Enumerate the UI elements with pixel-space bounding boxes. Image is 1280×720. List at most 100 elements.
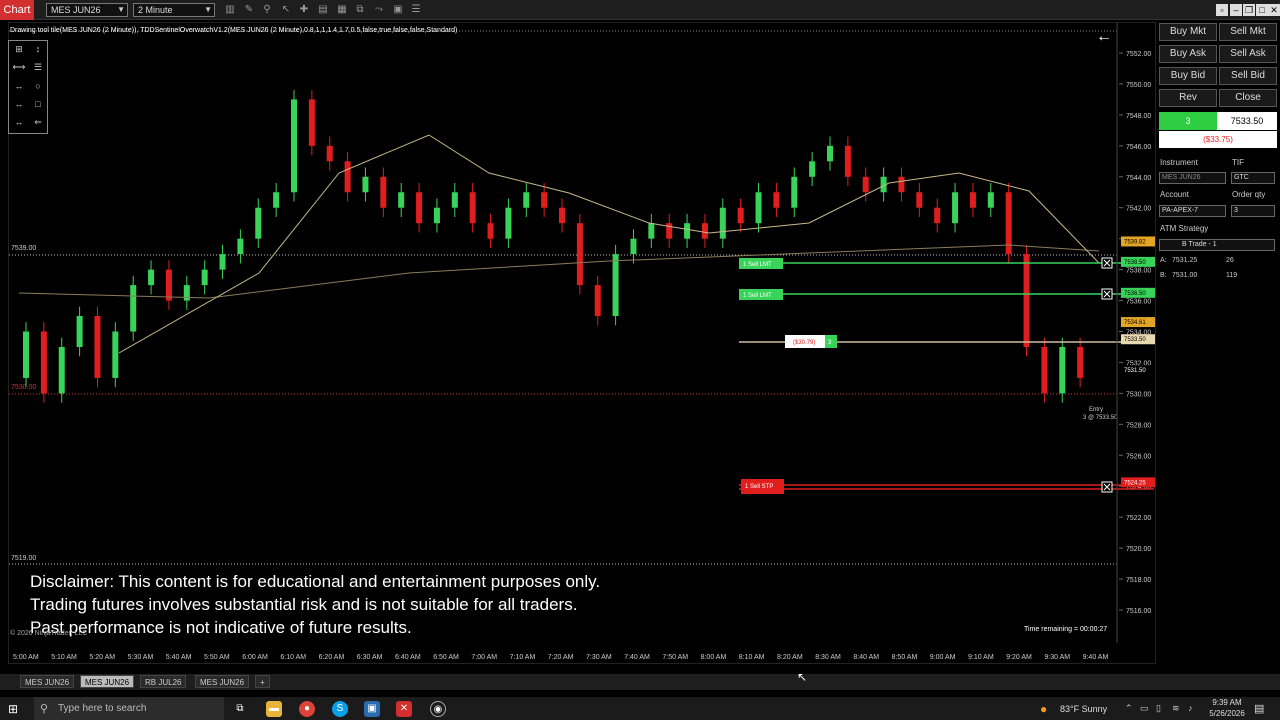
pencil-icon[interactable]: ✎ xyxy=(243,4,255,16)
ninjatrader-icon[interactable]: ✕ xyxy=(396,701,412,717)
tab-rb-jul26[interactable]: RB JUL26 xyxy=(140,675,187,688)
bid-price: 7531.00 xyxy=(1172,272,1198,279)
skype-icon[interactable]: S xyxy=(332,701,348,717)
drawing-tool-tiles: ⊞ ↕ ⟷ ☰ ↔ ○ ↔ □ ↔ ⇐ xyxy=(8,40,48,134)
battery-icon[interactable]: ▯ xyxy=(1156,703,1161,714)
obs-icon[interactable]: ◉ xyxy=(430,701,446,717)
atm-strategy-select[interactable]: B Trade - 1 xyxy=(1159,239,1275,251)
extended-line-icon[interactable]: ↔ xyxy=(12,117,26,127)
windows-start-icon[interactable]: ⊞ xyxy=(8,702,18,716)
buy-ask-button[interactable]: Buy Ask xyxy=(1159,45,1217,63)
volume-icon[interactable]: ♪ xyxy=(1188,703,1193,713)
wifi-icon[interactable]: ≋ xyxy=(1172,703,1180,714)
instrument-field[interactable]: MES JUN26 xyxy=(1159,172,1226,184)
search-icon: ⚲ xyxy=(40,703,49,715)
candle-body xyxy=(130,285,137,332)
time-tick-label: 5:10 AM xyxy=(51,654,77,661)
sell-ask-button[interactable]: Sell Ask xyxy=(1219,45,1277,63)
candle-body xyxy=(1077,346,1084,378)
sell-market-button[interactable]: Sell Mkt xyxy=(1219,23,1277,41)
candle-body xyxy=(469,192,476,224)
file-explorer-icon[interactable]: ▬ xyxy=(266,701,282,717)
price-chart[interactable]: 7552.00 7550.00 7548.00 7546.00 7544.00 7542.… xyxy=(9,23,1157,665)
ellipse-icon[interactable]: ○ xyxy=(31,81,45,91)
app-tab-chart[interactable]: Chart xyxy=(0,0,34,20)
add-tab-button[interactable]: + xyxy=(255,675,270,688)
candle-body xyxy=(308,99,315,146)
time-remaining: Time remaining = 00:00:27 xyxy=(1024,626,1108,633)
time-tick-label: 9:20 AM xyxy=(1006,654,1032,661)
pointer-icon[interactable]: ↖ xyxy=(280,4,292,16)
sell-bid-button[interactable]: Sell Bid xyxy=(1219,67,1277,85)
bar-type-icon[interactable]: ▥ xyxy=(224,4,236,16)
time-tick-label: 5:30 AM xyxy=(128,654,154,661)
rectangle-icon[interactable]: □ xyxy=(31,99,45,109)
maximize-icon[interactable]: □ xyxy=(1256,4,1268,16)
chart-panel[interactable]: 7552.00 7550.00 7548.00 7546.00 7544.00 7542.… xyxy=(8,22,1156,664)
candle-body xyxy=(398,192,405,208)
candle-body xyxy=(58,346,65,394)
weather-text[interactable]: 83°F Sunny xyxy=(1060,704,1107,714)
candle-body xyxy=(862,176,869,193)
app-icon[interactable]: ▣ xyxy=(364,701,380,717)
sell-limit-label-1: 1 Sell LMT xyxy=(743,262,772,268)
clock-time[interactable]: 9:39 AM xyxy=(1205,698,1249,707)
chart-trader-icon[interactable]: ▣ xyxy=(392,4,404,16)
ruler-icon[interactable]: ⊞ xyxy=(12,44,26,55)
data-box-icon[interactable]: ☰ xyxy=(410,4,422,16)
line-icon[interactable]: ↔ xyxy=(12,99,26,109)
indicators-icon[interactable]: ⧉ xyxy=(354,4,366,16)
ask-size: 26 xyxy=(1226,257,1234,264)
fib-icon[interactable]: ☰ xyxy=(31,62,45,73)
buy-bid-button[interactable]: Buy Bid xyxy=(1159,67,1217,85)
chrome-icon[interactable]: ● xyxy=(299,701,315,717)
link-icon[interactable]: ▫ xyxy=(1216,4,1228,16)
candle-body xyxy=(987,192,994,208)
tab-mes-jun26-1[interactable]: MES JUN26 xyxy=(20,675,75,688)
order-qty-input[interactable]: 3 xyxy=(1231,205,1275,217)
network-icon[interactable]: ▭ xyxy=(1140,703,1149,714)
time-tick-label: 9:40 AM xyxy=(1083,654,1109,661)
candle-body xyxy=(630,238,637,255)
candle-body xyxy=(505,207,512,239)
disclaimer-line-2: Trading futures involves substantial ris… xyxy=(30,595,578,614)
arrow-icon[interactable]: ↕ xyxy=(31,44,45,54)
properties-icon[interactable]: ▤ xyxy=(317,4,329,16)
text-icon[interactable]: ⇐ xyxy=(31,117,45,128)
reverse-button[interactable]: Rev xyxy=(1159,89,1217,107)
candle-body xyxy=(416,192,423,224)
crosshair-icon[interactable]: ✚ xyxy=(298,4,310,16)
notification-icon[interactable]: ▤ xyxy=(1254,702,1264,715)
restore-icon[interactable]: ❐ xyxy=(1243,4,1255,16)
minimize-icon[interactable]: – xyxy=(1230,4,1242,16)
candle-body xyxy=(237,238,244,255)
time-tick-label: 6:40 AM xyxy=(395,654,421,661)
candle-body xyxy=(255,207,262,239)
template-icon[interactable]: ▦ xyxy=(336,4,348,16)
tab-mes-jun26-active[interactable]: MES JUN26 xyxy=(80,675,135,688)
atm-strategy-label: ATM Strategy xyxy=(1160,224,1209,233)
zoom-icon[interactable]: ⚲ xyxy=(261,4,273,16)
strategies-icon[interactable]: ⤳ xyxy=(373,4,385,16)
tab-mes-jun26-2[interactable]: MES JUN26 xyxy=(195,675,250,688)
account-select[interactable]: PA-APEX-7 xyxy=(1159,205,1226,217)
arrow-left-icon[interactable]: ← xyxy=(1096,28,1112,46)
ray-icon[interactable]: ↔ xyxy=(12,81,26,91)
tray-chevron-icon[interactable]: ⌃ xyxy=(1125,703,1133,714)
time-tick-label: 9:10 AM xyxy=(968,654,994,661)
tif-select[interactable]: GTC xyxy=(1231,172,1275,184)
instrument-select[interactable]: MES JUN26 ▼ xyxy=(46,3,128,17)
buy-market-button[interactable]: Buy Mkt xyxy=(1159,23,1217,41)
task-view-icon[interactable]: ⧉ xyxy=(232,701,248,717)
time-tick-label: 6:20 AM xyxy=(319,654,345,661)
clock-date[interactable]: 5/26/2026 xyxy=(1205,709,1249,718)
close-position-button[interactable]: Close xyxy=(1219,89,1277,107)
horizontal-line-icon[interactable]: ⟷ xyxy=(12,62,26,73)
interval-select[interactable]: 2 Minute ▼ xyxy=(133,3,215,17)
entry-detail: 3 @ 7533.50 xyxy=(1083,415,1118,421)
chart-tabs-bar xyxy=(0,674,1280,690)
candle-body xyxy=(433,207,440,224)
candle-body xyxy=(844,145,851,177)
taskbar-search-input[interactable]: Type here to search xyxy=(34,697,224,720)
close-icon[interactable]: ✕ xyxy=(1268,4,1280,16)
